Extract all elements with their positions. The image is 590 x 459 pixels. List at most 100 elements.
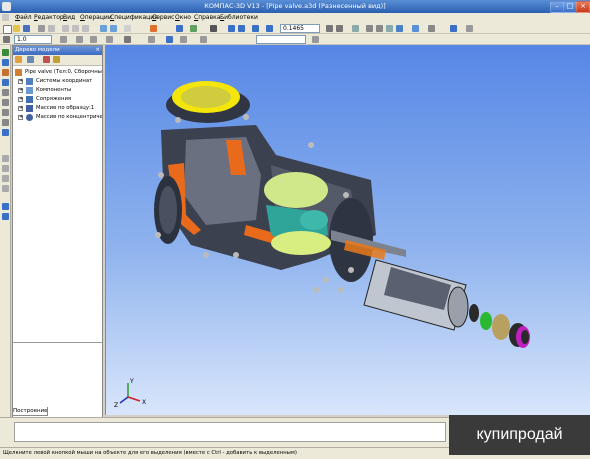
paste-icon[interactable] [82, 25, 89, 32]
macro-icon[interactable] [106, 36, 113, 43]
window-title: КОМПАС-3D V13 - [Pipe valve.a3d (Разнесе… [204, 2, 386, 10]
menu-edit[interactable]: Редактор [34, 14, 64, 21]
expand-icon[interactable]: + [18, 106, 23, 111]
model-viewport[interactable]: X Y Z [105, 45, 590, 415]
step-field[interactable]: 1.0 [14, 35, 52, 44]
tree-item-circular-pattern[interactable]: + Массив по концентрическ [13, 113, 102, 122]
cut-icon[interactable] [62, 25, 69, 32]
menu-libraries[interactable]: Библиотеки [220, 14, 258, 21]
menu-window[interactable]: Окно [175, 14, 191, 21]
open-icon[interactable] [13, 25, 20, 32]
menu-service[interactable]: Сервис [152, 14, 174, 21]
green-ring [480, 312, 492, 330]
grid-icon[interactable] [60, 36, 67, 43]
axis-z [119, 396, 129, 404]
orient-icon[interactable] [76, 36, 83, 43]
copy-icon[interactable] [72, 25, 79, 32]
spec-icon[interactable] [2, 109, 9, 116]
expand-icon[interactable]: + [18, 115, 23, 120]
tree-filter-icon[interactable] [43, 56, 50, 63]
hidden-lines-icon[interactable] [376, 25, 383, 32]
add-component-icon[interactable] [2, 59, 9, 66]
panel-close-icon[interactable]: × [95, 46, 100, 55]
report-icon[interactable] [2, 119, 9, 126]
tool-e-icon[interactable] [2, 203, 9, 210]
axes-icon [26, 78, 33, 85]
sketch-icon[interactable] [90, 36, 97, 43]
halftone-icon[interactable] [386, 25, 393, 32]
minimize-button[interactable]: – [550, 1, 564, 13]
preview-icon[interactable] [48, 25, 55, 32]
tree-item-coordinate-systems[interactable]: + Системы координат [13, 77, 102, 86]
actuator-cap [447, 286, 469, 328]
snap-icon[interactable] [3, 36, 10, 43]
tree-item-mates[interactable]: + Сопряжения [13, 95, 102, 104]
rotate-icon[interactable] [336, 25, 343, 32]
manager-icon[interactable] [150, 25, 157, 32]
maximize-button[interactable]: □ [563, 1, 577, 13]
library-icon[interactable] [2, 129, 9, 136]
model-tree: Pipe valve (Тел:0, Сборочных ед. + Систе… [13, 66, 102, 342]
tool-d-icon[interactable] [2, 185, 9, 192]
move-component-icon[interactable] [2, 79, 9, 86]
orientation-icon[interactable] [352, 25, 359, 32]
shaded-icon[interactable] [396, 25, 403, 32]
aux-geometry-icon[interactable] [2, 89, 9, 96]
mates-tool-icon[interactable] [2, 69, 9, 76]
pan-icon[interactable] [326, 25, 333, 32]
expand-icon[interactable]: + [18, 97, 23, 102]
undo-icon[interactable] [100, 25, 107, 32]
measure-icon[interactable] [2, 99, 9, 106]
expand-icon[interactable]: + [18, 88, 23, 93]
tool-a-icon[interactable] [2, 155, 9, 162]
zoom-window-icon[interactable] [252, 25, 259, 32]
tool-f-icon[interactable] [2, 213, 9, 220]
tree-item-components[interactable]: + Компоненты [13, 86, 102, 95]
menu-help[interactable]: Справка [194, 14, 220, 21]
section-icon[interactable] [428, 25, 435, 32]
properties-icon[interactable] [124, 25, 131, 32]
print-icon[interactable] [38, 25, 45, 32]
expand-icon[interactable]: + [18, 79, 23, 84]
wireframe-icon[interactable] [366, 25, 373, 32]
tree-sort-icon[interactable] [53, 56, 60, 63]
save-icon[interactable] [23, 25, 30, 32]
menu-view[interactable]: Вид [63, 14, 75, 21]
menu-operations[interactable]: Операции [80, 14, 112, 21]
zoom-in-icon[interactable] [228, 25, 235, 32]
compact-panel [0, 45, 11, 417]
variables-icon[interactable] [190, 25, 197, 32]
coordinate-field[interactable] [256, 35, 306, 44]
mates-icon [26, 96, 33, 103]
ortho-icon[interactable] [124, 36, 131, 43]
help-icon[interactable] [210, 25, 217, 32]
properties-area[interactable] [14, 422, 446, 442]
rebuild-icon[interactable] [176, 25, 183, 32]
coordinates-icon[interactable] [200, 36, 207, 43]
layer-icon[interactable] [180, 36, 187, 43]
tree-item-root[interactable]: Pipe valve (Тел:0, Сборочных ед. [13, 68, 102, 77]
tree-item-pattern[interactable]: + Массив по образцу:1 [13, 104, 102, 113]
close-button[interactable]: × [576, 1, 590, 13]
local-cs-icon[interactable] [148, 36, 155, 43]
tree-mode-icon[interactable] [27, 56, 34, 63]
cursor-icon[interactable] [166, 36, 173, 43]
new-document-icon[interactable] [3, 25, 12, 34]
zoom-out-icon[interactable] [238, 25, 245, 32]
perspective-icon[interactable] [412, 25, 419, 32]
menu-specification[interactable]: Спецификация [110, 14, 158, 21]
menu-file[interactable]: Файл [15, 14, 32, 21]
tab-construction[interactable]: Построение [12, 407, 48, 416]
filter-icon[interactable] [450, 25, 457, 32]
panel-toolbar [13, 55, 102, 66]
tool-b-icon[interactable] [2, 165, 9, 172]
panel-lower-area [13, 342, 102, 417]
redraw-icon[interactable] [312, 36, 319, 43]
tree-view-icon[interactable] [15, 56, 22, 63]
zoom-scale-field[interactable]: 0.1465 [280, 24, 320, 33]
tool-c-icon[interactable] [2, 175, 9, 182]
extra-tool-icon[interactable] [466, 25, 473, 32]
zoom-all-icon[interactable] [266, 25, 273, 32]
redo-icon[interactable] [110, 25, 117, 32]
edit-assembly-icon[interactable] [2, 49, 9, 56]
